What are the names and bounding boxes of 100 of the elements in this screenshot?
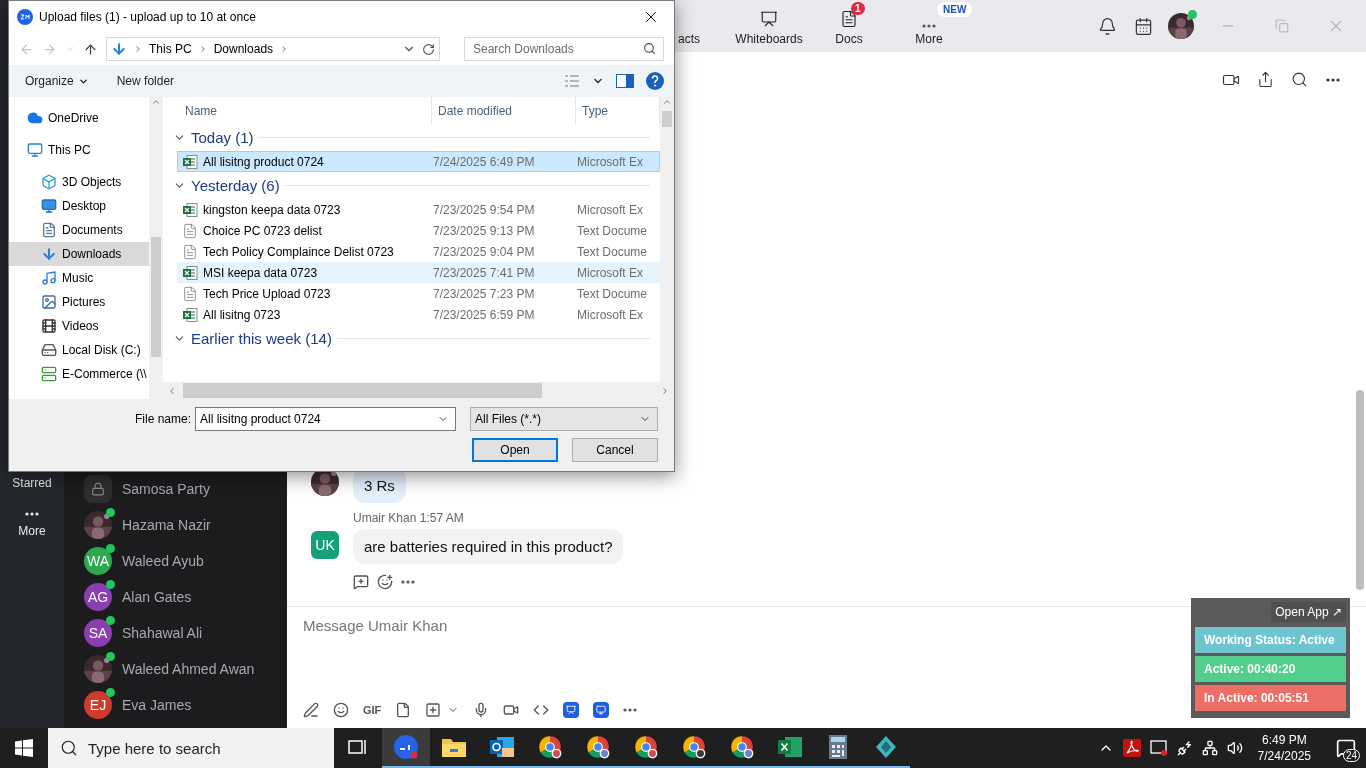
nav-item[interactable]: E-Commerce (\\ — [9, 362, 149, 386]
file-row[interactable]: kingston keepa data 0723 7/23/2025 9:54 PM Microsoft Ex — [177, 199, 660, 220]
app-icon[interactable] — [563, 702, 580, 718]
group-header[interactable]: Yesterday (6) — [191, 177, 280, 194]
group-header[interactable]: Earlier this week (14) — [191, 330, 332, 347]
volume-icon[interactable] — [1226, 740, 1243, 756]
nav-item[interactable]: Music — [9, 266, 149, 290]
spreadsheet-app-icon[interactable] — [777, 735, 803, 759]
nav-item[interactable]: OneDrive — [9, 106, 149, 130]
more-icon[interactable] — [25, 512, 39, 516]
chrome-icon[interactable] — [633, 734, 659, 760]
open-app-button[interactable]: Open App ↗ — [1271, 602, 1346, 622]
calendar-icon[interactable] — [1133, 16, 1153, 36]
scrollbar-thumb[interactable] — [662, 111, 672, 127]
nav-tab[interactable]: More — [915, 32, 943, 46]
format-icon[interactable] — [303, 702, 319, 718]
search-field[interactable]: Search Downloads — [464, 37, 664, 61]
search-icon[interactable] — [1290, 71, 1308, 88]
code-icon[interactable] — [533, 702, 550, 718]
network-icon[interactable] — [1201, 740, 1218, 756]
nav-item[interactable]: 3D Objects — [9, 170, 149, 194]
nav-item[interactable]: Pictures — [9, 290, 149, 314]
file-icon[interactable] — [395, 702, 412, 718]
folder-icon[interactable] — [441, 736, 467, 758]
video-icon[interactable] — [503, 702, 520, 718]
clock[interactable]: 6:49 PM 7/24/2025 — [1251, 732, 1317, 764]
file-row[interactable]: MSI keepa data 0723 7/23/2025 7:41 PM Microsoft Ex — [177, 262, 660, 283]
windows-start-icon[interactable] — [15, 739, 33, 757]
more-icon[interactable] — [623, 708, 638, 712]
screen-icon[interactable] — [1149, 739, 1168, 757]
rail-label[interactable]: More — [18, 524, 46, 538]
chat-name[interactable]: Shahawal Ali — [122, 625, 203, 641]
nav-item[interactable]: Documents — [9, 218, 149, 242]
help-icon[interactable] — [646, 72, 664, 90]
nav-item[interactable]: This PC — [9, 138, 149, 162]
mail-app-icon[interactable] — [488, 734, 516, 760]
chat-name[interactable]: Samosa Party — [122, 481, 210, 497]
pdf-app-icon[interactable] — [1122, 739, 1141, 757]
reaction-icon[interactable] — [377, 574, 393, 590]
scrollbar[interactable] — [149, 97, 163, 399]
taskbar-search-field[interactable]: Type here to search — [48, 728, 334, 768]
open-button[interactable]: Open — [472, 438, 558, 462]
file-row[interactable]: Tech Policy Complaince Delist 0723 7/23/2025 9:04 PM Text Docume — [177, 241, 660, 262]
file-name-field[interactable]: All lisitng product 0724 — [195, 407, 456, 431]
chrome-icon[interactable] — [537, 734, 563, 760]
nav-item[interactable]: Videos — [9, 314, 149, 338]
file-row[interactable]: Choice PC 0723 delist 7/23/2025 9:13 PM Text Docume — [177, 220, 660, 241]
calculator-icon[interactable] — [828, 734, 848, 760]
scroll-up-icon[interactable] — [662, 97, 672, 107]
preview-pane-icon[interactable] — [616, 74, 634, 88]
app-icon[interactable] — [593, 702, 610, 718]
chat-name[interactable]: Waleed Ahmed Awan — [122, 661, 255, 677]
notification-count: 24 — [1342, 749, 1360, 762]
scrollbar[interactable] — [660, 97, 674, 382]
more-icon[interactable] — [1326, 77, 1340, 82]
power-icon[interactable] — [1176, 740, 1193, 756]
breadcrumb[interactable]: This PC — [149, 42, 192, 56]
file-date: 7/23/2025 7:23 PM — [433, 286, 536, 301]
task-view-icon[interactable] — [348, 738, 368, 756]
scroll-right-icon[interactable] — [660, 385, 670, 396]
chat-name[interactable]: Alan Gates — [122, 589, 192, 605]
column-header[interactable]: Name — [163, 97, 432, 124]
emoji-icon[interactable] — [333, 702, 349, 718]
nav-item[interactable]: Desktop — [9, 194, 149, 218]
file-type-select[interactable]: All Files (*.*) — [470, 407, 658, 431]
diamond-app-icon[interactable] — [874, 735, 898, 759]
chrome-icon[interactable] — [681, 734, 707, 760]
scroll-up-icon[interactable] — [151, 97, 161, 107]
nav-item[interactable]: Local Disk (C:) — [9, 338, 149, 362]
screenshot-icon[interactable] — [425, 702, 442, 718]
new-folder-button[interactable]: New folder — [116, 74, 175, 88]
chat-name[interactable]: Hazama Nazir — [122, 517, 211, 533]
file-row[interactable]: All lisitng product 0724 7/24/2025 6:49 PM Microsoft Ex — [177, 151, 660, 172]
nav-tab[interactable]: Whiteboards — [735, 32, 803, 46]
bell-icon[interactable] — [1097, 16, 1117, 36]
nav-item[interactable]: Downloads — [9, 242, 149, 266]
chat-name[interactable]: Eva James — [122, 697, 192, 713]
scroll-left-icon[interactable] — [167, 385, 177, 396]
address-bar[interactable]: This PC Downloads — [106, 37, 440, 61]
nav-tab[interactable]: Docs — [835, 32, 863, 46]
share-icon[interactable] — [1256, 71, 1274, 88]
file-row[interactable]: Tech Price Upload 0723 7/23/2025 7:23 PM Text Docume — [177, 283, 660, 304]
organize-menu[interactable]: Organize — [25, 74, 89, 88]
nav-tab[interactable]: acts — [678, 32, 700, 46]
chat-name[interactable]: Waleed Ayub — [122, 553, 204, 569]
chrome-icon[interactable] — [729, 734, 755, 760]
file-row[interactable]: All lisitng 0723 7/23/2025 6:59 PM Microsoft Ex — [177, 304, 660, 325]
scrollbar[interactable] — [163, 382, 674, 399]
refresh-icon[interactable] — [422, 42, 435, 56]
reply-icon[interactable] — [353, 574, 369, 590]
zoom-app-icon[interactable] — [392, 733, 420, 761]
breadcrumb[interactable]: Downloads — [213, 42, 274, 56]
rail-label[interactable]: Starred — [12, 476, 52, 490]
gif-button[interactable]: GIF — [363, 704, 382, 716]
column-header[interactable]: Date modified — [432, 97, 576, 124]
more-icon[interactable] — [401, 580, 415, 584]
cancel-button[interactable]: Cancel — [572, 438, 658, 462]
chrome-icon[interactable] — [585, 734, 611, 760]
up-icon[interactable] — [83, 41, 98, 57]
group-header[interactable]: Today (1) — [191, 129, 254, 146]
